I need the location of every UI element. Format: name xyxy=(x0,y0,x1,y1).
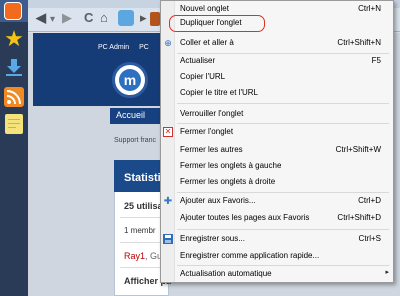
menu-shortcut: Ctrl+S xyxy=(358,234,381,243)
menu-item-save-as[interactable]: Enregistrer sous... xyxy=(180,233,245,245)
menu-item-close-left[interactable]: Fermer les onglets à gauche xyxy=(180,160,281,172)
tab-context-menu: Nouvel onglet Ctrl+N Dupliquer l'onglet … xyxy=(160,0,394,283)
logged-in-user[interactable]: PC Admin PC xyxy=(98,44,149,51)
support-link[interactable]: Support franc xyxy=(114,137,156,144)
menu-item-reload[interactable]: Actualiser xyxy=(180,55,215,67)
online-user-link[interactable]: Ray1 xyxy=(124,251,145,261)
back-arrow-icon[interactable]: ◀ xyxy=(36,11,46,25)
menu-item-paste-and-go[interactable]: Coller et aller à xyxy=(180,37,234,49)
close-tab-icon: ✕ xyxy=(163,127,173,137)
reload-icon[interactable]: C xyxy=(84,11,93,25)
address-dropdown-icon[interactable]: ▸ xyxy=(140,11,147,25)
menu-separator xyxy=(177,103,389,104)
download-icon[interactable] xyxy=(3,56,25,78)
menu-separator xyxy=(177,229,389,230)
browser-logo-icon[interactable] xyxy=(4,2,22,20)
forward-arrow-icon[interactable]: ▶ xyxy=(62,11,72,25)
menu-shortcut: F5 xyxy=(371,56,381,65)
stats-online-users: Ray1, Gu xyxy=(124,251,162,261)
menu-item-copy-title-url[interactable]: Copier le titre et l'URL xyxy=(180,87,258,99)
menu-shortcut: Ctrl+Shift+N xyxy=(337,38,381,47)
stats-divider xyxy=(120,217,165,218)
rss-feed-icon[interactable] xyxy=(3,86,25,108)
menu-item-duplicate-tab[interactable]: Dupliquer l'onglet xyxy=(180,17,242,29)
submenu-arrow-icon: ▸ xyxy=(385,269,389,276)
site-logo-letter: m xyxy=(119,69,141,91)
menu-separator xyxy=(177,123,389,124)
user-suffix: PC xyxy=(139,44,149,51)
menu-item-lock-tab[interactable]: Verrouiller l'onglet xyxy=(180,108,243,120)
menu-item-save-quick-app[interactable]: Enregistrer comme application rapide... xyxy=(180,250,319,262)
menu-item-close-others[interactable]: Fermer les autres xyxy=(180,144,243,156)
sidebar-header xyxy=(0,0,28,22)
menu-shortcut: Ctrl+D xyxy=(358,196,381,205)
user-name: PC Admin xyxy=(98,44,130,51)
menu-item-copy-url[interactable]: Copier l'URL xyxy=(180,71,225,83)
notes-icon[interactable] xyxy=(3,113,25,135)
menu-separator xyxy=(177,265,389,266)
stats-members-line: 1 membr xyxy=(124,226,156,235)
menu-shortcut: Ctrl+Shift+D xyxy=(337,213,381,222)
menu-item-close-right[interactable]: Fermer les onglets à droite xyxy=(180,176,275,188)
save-as-icon xyxy=(163,234,173,244)
menu-shortcut: Ctrl+N xyxy=(358,4,381,13)
site-identity-icon[interactable] xyxy=(118,10,134,26)
paste-go-icon: ⊕ xyxy=(164,37,172,48)
bookmarks-star-icon[interactable]: ★ xyxy=(3,28,25,50)
back-history-dropdown-icon[interactable]: ▾ xyxy=(50,13,55,27)
add-favorite-icon: ✚ xyxy=(163,195,173,207)
menu-item-close-tab[interactable]: Fermer l'onglet xyxy=(180,126,233,138)
stats-panel-title: Statisti xyxy=(124,172,161,184)
menu-shortcut: Ctrl+Shift+W xyxy=(335,145,381,154)
menu-separator xyxy=(177,192,389,193)
site-logo-icon[interactable]: m xyxy=(112,62,148,98)
extension-icon[interactable] xyxy=(150,12,160,26)
home-icon[interactable]: ⌂ xyxy=(100,11,108,25)
menu-item-new-tab[interactable]: Nouvel onglet xyxy=(180,3,229,15)
stats-divider xyxy=(120,242,165,243)
browser-sidebar: ★ xyxy=(0,0,28,296)
nav-accueil-link[interactable]: Accueil xyxy=(116,110,145,120)
menu-separator xyxy=(177,53,389,54)
menu-item-add-favorite[interactable]: Ajouter aux Favoris... xyxy=(180,195,256,207)
menu-item-auto-refresh[interactable]: Actualisation automatique xyxy=(180,268,272,280)
stats-divider xyxy=(120,267,165,268)
menu-item-add-all-favorites[interactable]: Ajouter toutes les pages aux Favoris xyxy=(180,212,309,224)
stats-users-line: 25 utilisa xyxy=(124,201,163,211)
